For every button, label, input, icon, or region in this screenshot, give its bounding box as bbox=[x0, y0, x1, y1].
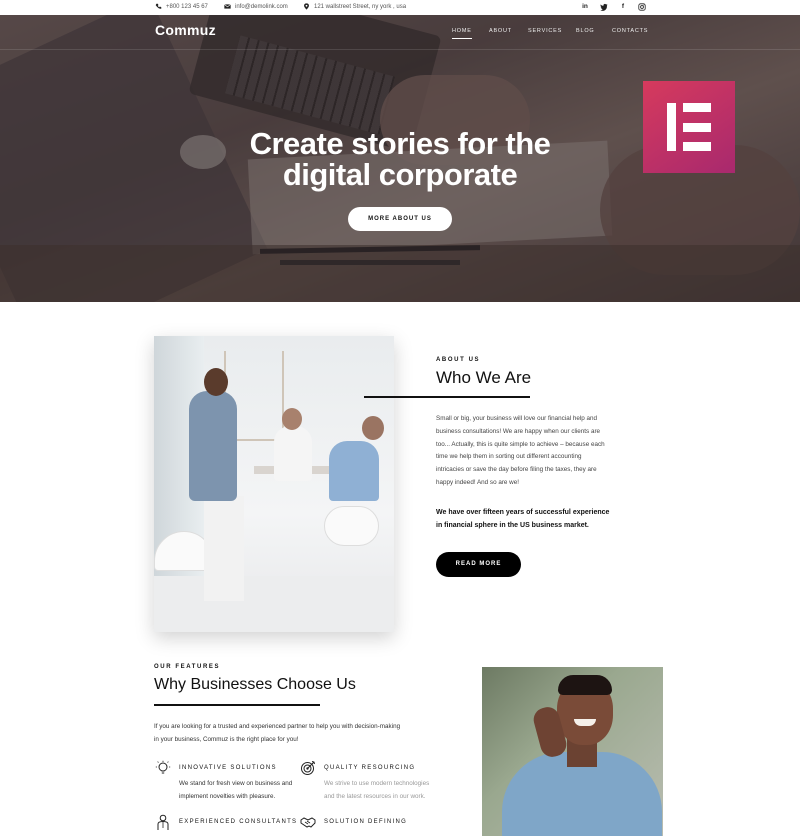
elementor-logo-bar bbox=[683, 103, 711, 112]
envelope-icon bbox=[224, 4, 231, 9]
photo-person bbox=[329, 441, 379, 501]
linkedin-icon[interactable]: in bbox=[581, 3, 589, 11]
photo-person-head bbox=[282, 408, 302, 430]
feature-description-line: and the latest resources in our work. bbox=[324, 792, 426, 800]
elementor-logo-bar bbox=[683, 122, 711, 132]
about-highlight-line: We have over fifteen years of successful… bbox=[436, 509, 610, 516]
hero-title: Create stories for the digital corporate bbox=[150, 128, 650, 190]
about-eyebrow: ABOUT US bbox=[436, 357, 481, 363]
features-intro: If you are looking for a trusted and exp… bbox=[154, 721, 429, 746]
photo-person bbox=[189, 391, 237, 501]
address-contact: 121 wallstreet Street, ny york , usa bbox=[303, 3, 406, 10]
email-contact[interactable]: info@demolink.com bbox=[224, 3, 288, 10]
nav-item-contacts[interactable]: CONTACTS bbox=[612, 28, 648, 34]
elementor-logo-icon[interactable] bbox=[643, 81, 735, 173]
elementor-logo-bar bbox=[683, 142, 711, 151]
feature-description: We strive to use modern technologies and… bbox=[324, 778, 454, 803]
nav-item-about[interactable]: ABOUT bbox=[489, 28, 512, 34]
about-text-line: time we help them in sorting out differe… bbox=[436, 453, 582, 461]
feature-title: EXPERIENCED CONSULTANTS bbox=[179, 819, 298, 825]
map-pin-icon bbox=[304, 3, 309, 10]
phone-number: +800 123 45 67 bbox=[166, 3, 208, 10]
feature-description-line: We strive to use modern technologies bbox=[324, 780, 430, 787]
photo-person-head bbox=[204, 368, 228, 396]
facebook-icon[interactable]: f bbox=[619, 3, 627, 11]
social-links: in f bbox=[581, 3, 646, 11]
address-text: 121 wallstreet Street, ny york , usa bbox=[314, 3, 407, 10]
about-divider bbox=[364, 396, 530, 398]
photo-hair bbox=[558, 675, 612, 695]
feature-description-line: We stand for fresh view on business and bbox=[179, 780, 293, 787]
features-portrait-photo bbox=[482, 667, 663, 836]
about-title: Who We Are bbox=[436, 368, 532, 387]
about-team-photo bbox=[154, 336, 394, 632]
hero-section: Commuz HOME ABOUT SERVICES BLOG CONTACTS… bbox=[0, 15, 800, 302]
consultant-icon bbox=[157, 814, 169, 830]
features-intro-line: If you are looking for a trusted and exp… bbox=[154, 723, 401, 730]
features-divider bbox=[154, 704, 320, 706]
photo-smile bbox=[574, 719, 596, 726]
twitter-icon[interactable] bbox=[600, 3, 608, 11]
photo-person-legs bbox=[204, 496, 244, 601]
site-logo[interactable]: Commuz bbox=[155, 22, 216, 38]
hero-title-line: Create stories for the bbox=[249, 126, 551, 161]
nav-item-home[interactable]: HOME bbox=[452, 28, 472, 39]
phone-icon bbox=[155, 3, 162, 9]
about-text-line: Small or big, your business will love ou… bbox=[436, 415, 598, 422]
feature-title: INNOVATIVE SOLUTIONS bbox=[179, 765, 277, 771]
feature-title: QUALITY RESOURCING bbox=[324, 765, 416, 771]
top-bar: +800 123 45 67 info@demolink.com 121 wal… bbox=[0, 0, 800, 15]
features-eyebrow: OUR FEATURES bbox=[154, 664, 221, 670]
about-highlight-line: in financial sphere in the US business m… bbox=[436, 522, 589, 529]
features-intro-line: in your business, Commuz is the right pl… bbox=[154, 735, 299, 743]
nav-item-blog[interactable]: BLOG bbox=[576, 28, 594, 34]
elementor-logo-bar bbox=[667, 103, 676, 151]
feature-title: SOLUTION DEFINING bbox=[324, 819, 408, 825]
target-icon bbox=[301, 761, 315, 775]
read-more-button[interactable]: READ MORE bbox=[436, 552, 521, 577]
photo-person-head bbox=[362, 416, 384, 440]
about-text-line: business consultations! We are happy whe… bbox=[436, 427, 601, 435]
about-text-line: too... Actually, this is quite simple to… bbox=[436, 440, 605, 448]
about-description: Small or big, your business will love ou… bbox=[436, 413, 612, 490]
email-address: info@demolink.com bbox=[235, 3, 288, 10]
photo-chair bbox=[324, 506, 379, 546]
photo-person bbox=[274, 426, 312, 481]
more-about-us-button[interactable]: MORE ABOUT US bbox=[348, 207, 452, 231]
main-navigation: Commuz HOME ABOUT SERVICES BLOG CONTACTS bbox=[0, 15, 800, 50]
handshake-icon bbox=[300, 817, 316, 828]
lightbulb-icon bbox=[155, 760, 171, 774]
about-text-line: happy indeed! And so are we! bbox=[436, 478, 519, 486]
features-title: Why Businesses Choose Us bbox=[154, 676, 356, 693]
feature-description: We stand for fresh view on business and … bbox=[179, 778, 309, 803]
feature-description-line: implement novelties with pleasure. bbox=[179, 792, 276, 800]
nav-item-services[interactable]: SERVICES bbox=[528, 28, 562, 34]
phone-contact[interactable]: +800 123 45 67 bbox=[155, 3, 208, 10]
hero-title-line: digital corporate bbox=[282, 157, 518, 192]
photo-floor bbox=[154, 576, 394, 632]
about-text-line: intricacies or save the day before filin… bbox=[436, 466, 597, 474]
about-highlight: We have over fifteen years of successful… bbox=[436, 506, 616, 532]
instagram-icon[interactable] bbox=[638, 3, 646, 11]
